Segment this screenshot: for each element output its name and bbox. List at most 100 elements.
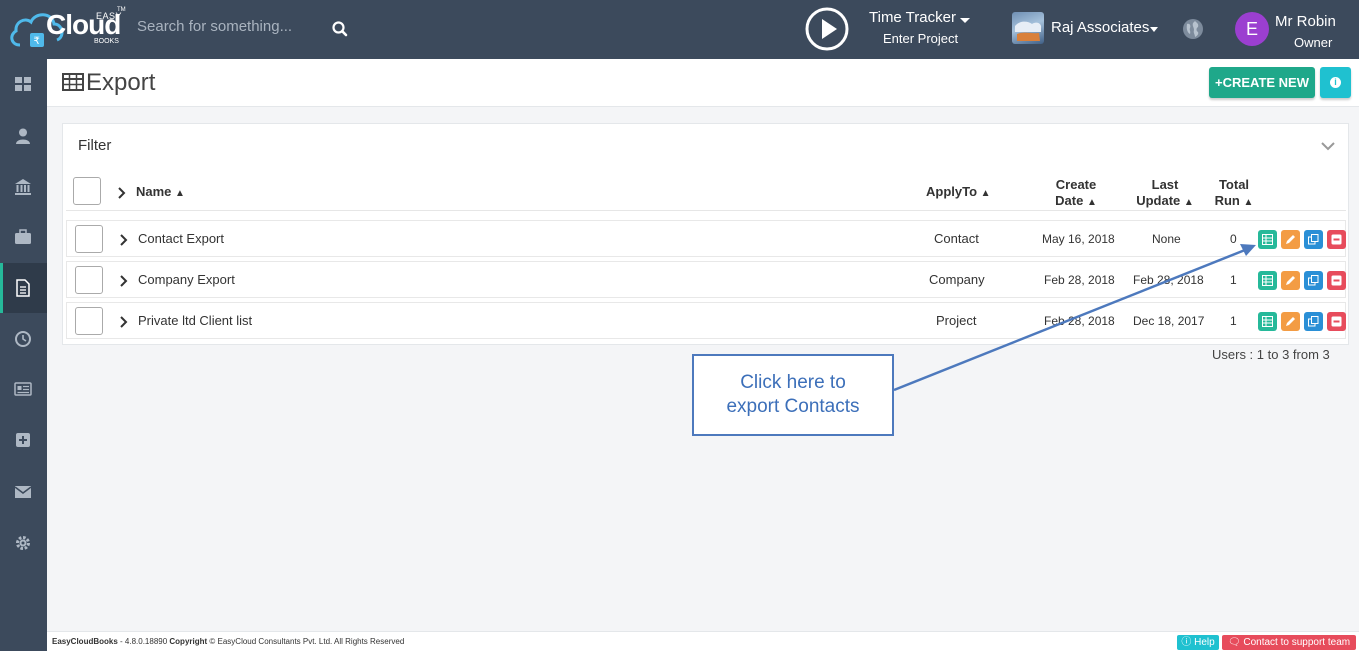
row-create-date: Feb 28, 2018 [1044, 273, 1115, 287]
delete-button[interactable] [1327, 230, 1346, 249]
table-row[interactable]: Contact Export Contact May 16, 2018 None… [66, 220, 1346, 257]
gear-icon [16, 536, 30, 550]
globe-icon[interactable] [1182, 18, 1204, 40]
export-button[interactable] [1258, 312, 1277, 331]
sidebar-item-mail[interactable] [0, 467, 47, 517]
table-row[interactable]: Company Export Company Feb 28, 2018 Feb … [66, 261, 1346, 298]
chevron-down-icon[interactable] [1321, 142, 1335, 151]
search-icon[interactable] [331, 20, 349, 38]
create-new-button[interactable]: +CREATE NEW [1209, 67, 1315, 98]
copy-button[interactable] [1304, 271, 1323, 290]
sidebar-item-business[interactable] [0, 212, 47, 262]
column-header-last-update[interactable]: Last Update ▲︎ [1134, 177, 1196, 211]
row-last-update: Feb 28, 2018 [1133, 273, 1204, 287]
edit-button[interactable] [1281, 312, 1300, 331]
help-button[interactable]: ⓘ Help [1177, 635, 1219, 650]
pagination-summary: Users : 1 to 3 from 3 [1212, 347, 1330, 362]
export-button[interactable] [1258, 271, 1277, 290]
clock-icon [15, 331, 31, 347]
chevron-right-icon[interactable] [118, 187, 126, 199]
callout-line-1: Click here to [740, 372, 846, 393]
sidebar-item-dashboard[interactable] [0, 59, 47, 109]
row-create-date: Feb 28, 2018 [1044, 314, 1115, 328]
row-apply-to: Project [936, 313, 977, 328]
play-timer-icon[interactable] [805, 7, 849, 51]
pencil-icon [1286, 317, 1295, 326]
briefcase-icon [15, 229, 31, 244]
sidebar [0, 59, 47, 651]
sidebar-item-contacts[interactable] [0, 111, 47, 161]
filter-toggle[interactable]: Filter [78, 137, 111, 154]
row-last-update: None [1152, 232, 1181, 246]
page-footer: EasyCloudBooks - 4.8.0.18890 Copyright ©… [47, 631, 1359, 651]
chevron-right-icon[interactable] [120, 275, 128, 287]
sidebar-item-banking[interactable] [0, 162, 47, 212]
row-apply-to: Company [929, 272, 985, 287]
table-icon [1262, 316, 1273, 327]
pencil-icon [1286, 235, 1295, 244]
export-panel: Filter Name ▲︎ ApplyTo ▲︎ Create Date ▲ L… [62, 123, 1349, 345]
footer-copyright: EasyCloudBooks - 4.8.0.18890 Copyright ©… [52, 637, 405, 646]
user-icon [16, 128, 30, 144]
row-name[interactable]: Private ltd Client list [138, 313, 252, 328]
time-tracker-caret-icon[interactable] [960, 18, 970, 23]
column-header-create-date[interactable]: Create Date ▲ [1046, 177, 1106, 211]
sidebar-item-settings[interactable] [0, 518, 47, 568]
app-logo[interactable]: ₹ Cloud EASY BOOKS TM [8, 5, 126, 53]
delete-button[interactable] [1327, 271, 1346, 290]
edit-button[interactable] [1281, 230, 1300, 249]
row-name[interactable]: Contact Export [138, 231, 224, 246]
sidebar-item-documents[interactable] [0, 263, 47, 313]
row-checkbox[interactable] [75, 266, 103, 294]
plus-square-icon [16, 433, 30, 447]
table-icon [1262, 234, 1273, 245]
copy-button[interactable] [1304, 312, 1323, 331]
plus-icon: + [1214, 75, 1223, 90]
sidebar-item-add[interactable] [0, 415, 47, 465]
time-tracker-title[interactable]: Time Tracker [869, 9, 956, 26]
row-create-date: May 16, 2018 [1042, 232, 1115, 246]
copy-icon [1308, 234, 1319, 245]
export-button[interactable] [1258, 230, 1277, 249]
company-logo[interactable] [1012, 12, 1044, 44]
minus-icon [1331, 275, 1342, 286]
column-header-total-run[interactable]: Total Run ▲︎ [1214, 177, 1254, 211]
chevron-right-icon[interactable] [120, 316, 128, 328]
copy-icon [1308, 316, 1319, 327]
search-input[interactable]: Search for something... [137, 18, 307, 35]
edit-button[interactable] [1281, 271, 1300, 290]
copy-button[interactable] [1304, 230, 1323, 249]
info-button[interactable]: i [1320, 67, 1351, 98]
minus-icon [1331, 234, 1342, 245]
column-header-name[interactable]: Name ▲︎ [136, 184, 185, 202]
row-checkbox[interactable] [75, 307, 103, 335]
table-row[interactable]: Private ltd Client list Project Feb 28, … [66, 302, 1346, 339]
sidebar-item-time[interactable] [0, 314, 47, 364]
company-caret-icon[interactable] [1150, 27, 1158, 32]
delete-button[interactable] [1327, 312, 1346, 331]
time-tracker-project[interactable]: Enter Project [883, 31, 958, 46]
avatar[interactable]: E [1235, 12, 1269, 46]
contact-support-button[interactable]: 🗨︎ Contact to support team [1222, 635, 1356, 650]
document-icon [16, 279, 30, 297]
row-apply-to: Contact [934, 231, 979, 246]
minus-icon [1331, 316, 1342, 327]
company-selector[interactable]: Raj Associates [1051, 19, 1149, 36]
page-header: Export +CREATE NEW i [47, 59, 1359, 107]
chevron-right-icon[interactable] [120, 234, 128, 246]
user-role: Owner [1294, 35, 1333, 50]
row-total-run: 1 [1230, 314, 1237, 328]
select-all-checkbox[interactable] [73, 177, 101, 205]
column-header-applyto[interactable]: ApplyTo ▲︎ [926, 184, 991, 202]
sidebar-item-reports[interactable] [0, 364, 47, 414]
table-icon [1262, 275, 1273, 286]
row-checkbox[interactable] [75, 225, 103, 253]
logo-tm-text: TM [117, 7, 126, 13]
pencil-icon [1286, 276, 1295, 285]
user-name[interactable]: Mr Robin [1275, 13, 1336, 30]
top-navbar: ₹ Cloud EASY BOOKS TM Search for somethi… [0, 0, 1359, 59]
table-header: Name ▲︎ ApplyTo ▲︎ Create Date ▲ Last Upda… [66, 174, 1346, 211]
row-name[interactable]: Company Export [138, 272, 235, 287]
dashboard-icon [15, 77, 31, 91]
svg-text:₹: ₹ [34, 36, 40, 47]
